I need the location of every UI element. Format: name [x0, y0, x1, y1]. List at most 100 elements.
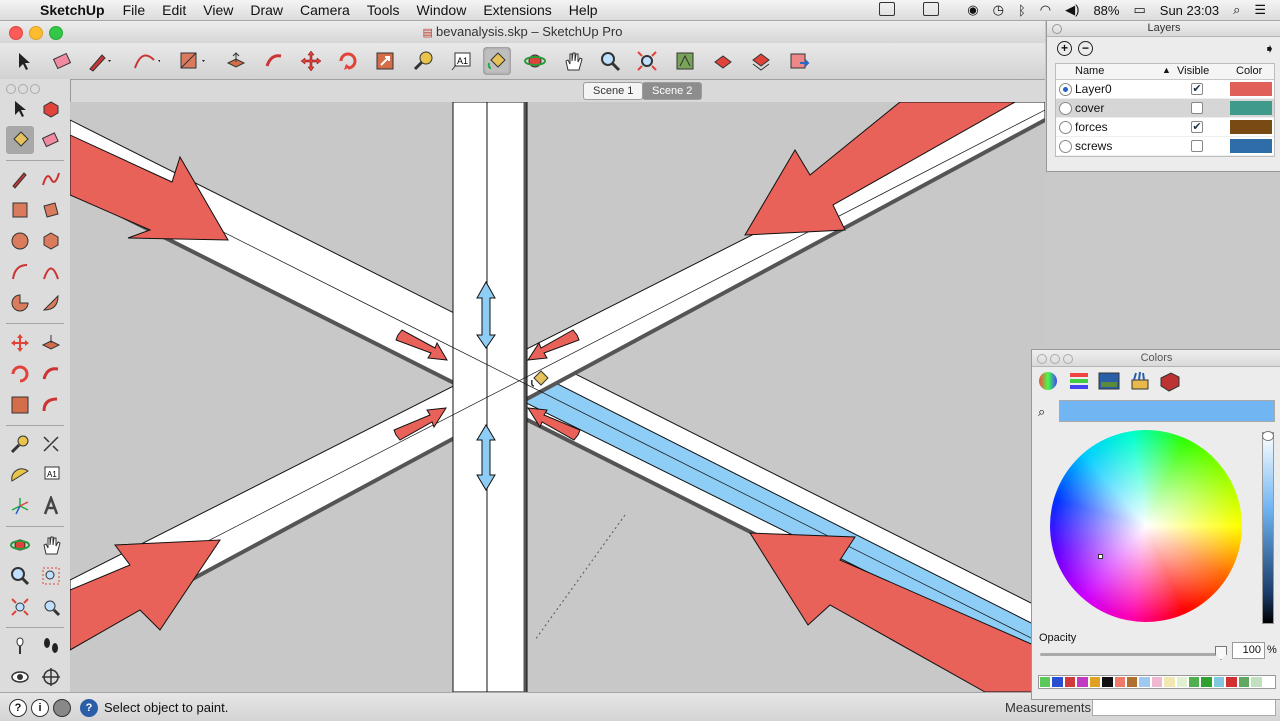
color-swatch[interactable] [1126, 677, 1138, 687]
zoom-extents-tool-button[interactable] [6, 593, 34, 621]
opacity-knob[interactable] [1215, 646, 1227, 660]
menu-view[interactable]: View [203, 2, 233, 18]
time-machine-icon[interactable]: ◷ [993, 2, 1004, 18]
section-plane-tool-button[interactable] [37, 663, 65, 691]
color-swatch[interactable] [1040, 677, 1051, 687]
color-swatch[interactable] [1263, 677, 1275, 687]
pan-tool-button[interactable] [559, 47, 587, 75]
close-window-button[interactable] [9, 26, 23, 40]
sort-ascending-icon[interactable]: ▲ [1162, 65, 1171, 75]
image-palette-tab[interactable] [1098, 370, 1122, 390]
layer-name[interactable]: Layer0 [1075, 82, 1112, 96]
push-pull-tool-button[interactable] [37, 329, 65, 357]
add-layer-button[interactable]: + [1057, 41, 1072, 56]
wifi-icon[interactable]: ◠ [1040, 2, 1051, 18]
visible-checkbox[interactable]: ✔ [1191, 83, 1203, 95]
walk-tool-button[interactable] [37, 632, 65, 660]
look-around-tool-button[interactable] [6, 663, 34, 691]
share-model-button[interactable] [709, 47, 737, 75]
model-viewport[interactable] [70, 102, 1045, 692]
menu-help[interactable]: Help [569, 2, 598, 18]
visible-checkbox[interactable] [1191, 140, 1203, 152]
current-color-swatch[interactable] [1059, 400, 1275, 422]
layer-row-screws[interactable]: screws [1056, 137, 1274, 156]
line-tool-button[interactable] [6, 165, 34, 193]
orbit-tool-button[interactable] [6, 531, 34, 559]
menu-extensions[interactable]: Extensions [483, 2, 551, 18]
close-panel-button[interactable] [1037, 354, 1047, 364]
color-swatch[interactable] [1189, 677, 1200, 687]
app-menu[interactable]: SketchUp [40, 2, 105, 18]
make-component-button[interactable] [37, 95, 65, 123]
notification-icon[interactable]: ☰ [1254, 2, 1266, 18]
color-swatch[interactable] [1201, 677, 1212, 687]
tab-scene-1[interactable]: Scene 1 [583, 82, 644, 100]
polygon-tool-button[interactable] [37, 227, 65, 255]
pan-tool-button[interactable] [37, 531, 65, 559]
follow-me-tool-button[interactable] [37, 360, 65, 388]
current-layer-radio[interactable] [1059, 140, 1072, 153]
current-layer-radio[interactable] [1059, 121, 1072, 134]
layer-color-swatch[interactable] [1230, 101, 1272, 115]
color-swatch[interactable] [1114, 677, 1125, 687]
current-layer-radio[interactable] [1059, 83, 1072, 96]
record-icon[interactable]: ◉ [967, 2, 978, 18]
select-tool-button[interactable] [6, 95, 34, 123]
color-wheel[interactable] [1050, 430, 1242, 622]
axes-tool-button[interactable] [6, 492, 34, 520]
details-arrow-icon[interactable]: ➧ [1264, 41, 1275, 57]
layer-row-cover[interactable]: cover [1056, 99, 1274, 118]
zoom-panel-button[interactable] [1063, 354, 1073, 364]
text-tool-button[interactable]: A1 [447, 47, 475, 75]
battery-icon[interactable]: ▭ [1133, 2, 1145, 18]
push-pull-tool-button[interactable] [222, 47, 250, 75]
battery-percent[interactable]: 88% [1093, 3, 1119, 18]
opacity-slider[interactable] [1040, 653, 1220, 656]
rotated-rectangle-tool-button[interactable] [37, 196, 65, 224]
rectangle-tool-button[interactable] [178, 47, 206, 75]
color-wheel-tab[interactable] [1037, 370, 1061, 390]
menu-tools[interactable]: Tools [367, 2, 400, 18]
clock[interactable]: Sun 23:03 [1160, 3, 1219, 18]
menu-file[interactable]: File [123, 2, 146, 18]
arc-tool-button[interactable] [6, 258, 34, 286]
color-swatch[interactable] [1102, 677, 1113, 687]
color-sliders-tab[interactable] [1068, 370, 1092, 390]
share-component-button[interactable] [747, 47, 775, 75]
display-icon[interactable] [879, 1, 909, 19]
menu-window[interactable]: Window [417, 2, 467, 18]
color-swatch[interactable] [1052, 677, 1063, 687]
help-icon[interactable]: ? [80, 699, 98, 717]
color-swatch[interactable] [1226, 677, 1237, 687]
rectangle-tool-button[interactable] [6, 196, 34, 224]
follow-me-tool-button[interactable] [260, 47, 288, 75]
color-swatch[interactable] [1077, 677, 1088, 687]
model-drawing[interactable] [70, 102, 1045, 692]
circle-tool-button[interactable] [6, 227, 34, 255]
three-point-arc-tool-button[interactable] [37, 289, 65, 317]
swatch-palette[interactable] [1038, 675, 1276, 689]
color-swatch[interactable] [1139, 677, 1150, 687]
menu-camera[interactable]: Camera [300, 2, 350, 18]
bluetooth-icon[interactable]: ᛒ [1018, 3, 1026, 18]
tape-measure-tool-button[interactable] [6, 430, 34, 458]
protractor-tool-button[interactable] [6, 461, 34, 489]
volume-icon[interactable]: ◀) [1065, 2, 1079, 18]
opacity-input[interactable]: 100 [1232, 642, 1265, 659]
column-color[interactable]: Color [1236, 65, 1262, 77]
eraser-tool-button[interactable] [48, 47, 76, 75]
paint-bucket-tool-button[interactable] [6, 126, 34, 154]
layer-name[interactable]: screws [1075, 139, 1112, 153]
color-swatch[interactable] [1238, 677, 1250, 687]
two-point-arc-tool-button[interactable] [37, 258, 65, 286]
zoom-tool-button[interactable] [6, 562, 34, 590]
move-tool-button[interactable] [297, 47, 325, 75]
color-swatch[interactable] [1251, 677, 1262, 687]
brightness-knob[interactable] [1262, 431, 1274, 441]
layer-color-swatch[interactable] [1230, 82, 1272, 96]
paint-bucket-tool-button[interactable] [483, 47, 511, 75]
geo-location-icon[interactable]: ? [9, 699, 27, 717]
color-swatch[interactable] [1151, 677, 1163, 687]
brightness-slider[interactable] [1262, 431, 1274, 624]
select-tool-button[interactable] [10, 47, 38, 75]
